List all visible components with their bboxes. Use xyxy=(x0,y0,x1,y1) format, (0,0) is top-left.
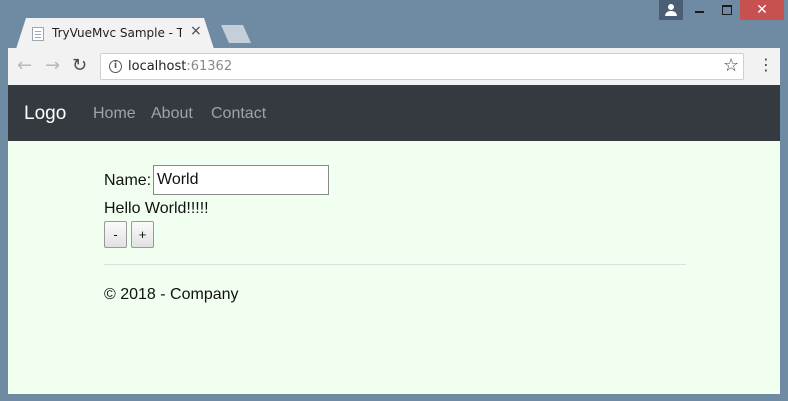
maximize-button[interactable] xyxy=(712,0,742,20)
user-head-icon xyxy=(668,4,674,10)
window-frame-bottom xyxy=(0,394,788,401)
close-window-button[interactable]: ✕ xyxy=(740,0,784,20)
nav-link-contact[interactable]: Contact xyxy=(211,105,266,123)
page-favicon-icon xyxy=(32,27,44,41)
site-navbar: Logo Home About Contact xyxy=(8,85,780,141)
forward-arrow-icon[interactable]: → xyxy=(45,56,60,76)
nav-link-home[interactable]: Home xyxy=(93,105,136,123)
profile-button[interactable] xyxy=(659,0,683,20)
browser-tab[interactable]: TryVueMvc Sample - TryVue × xyxy=(16,18,214,49)
decrement-button[interactable]: - xyxy=(104,221,127,248)
browser-menu-icon[interactable]: ⋮ xyxy=(758,56,774,74)
tab-title: TryVueMvc Sample - TryVue xyxy=(52,26,182,40)
tab-close-icon[interactable]: × xyxy=(190,23,202,39)
window-titlebar: TryVueMvc Sample - TryVue × ✕ xyxy=(0,0,788,49)
new-tab-button[interactable] xyxy=(221,25,251,43)
footer-divider xyxy=(104,264,686,265)
back-arrow-icon[interactable]: ← xyxy=(17,56,32,76)
browser-toolbar: ← → ↻ i localhost:61362 ☆ ⋮ xyxy=(8,48,780,85)
increment-button[interactable]: + xyxy=(131,221,154,248)
url-port: :61362 xyxy=(186,59,233,74)
minimize-button[interactable] xyxy=(684,0,714,20)
name-label: Name: xyxy=(104,172,152,189)
name-input[interactable] xyxy=(153,165,329,195)
greeting-text: Hello World!!!!! xyxy=(104,200,209,217)
site-info-icon[interactable]: i xyxy=(109,60,122,73)
nav-link-about[interactable]: About xyxy=(151,105,193,123)
bookmark-star-icon[interactable]: ☆ xyxy=(723,55,739,76)
url-text[interactable]: localhost:61362 xyxy=(128,58,232,75)
footer-copyright: © 2018 - Company xyxy=(104,286,239,303)
reload-icon[interactable]: ↻ xyxy=(72,56,87,76)
url-host: localhost xyxy=(128,59,187,74)
address-bar[interactable]: i localhost:61362 ☆ xyxy=(100,53,744,80)
user-body-icon xyxy=(665,11,677,16)
brand-logo-link[interactable]: Logo xyxy=(24,103,66,125)
page-viewport: Logo Home About Contact Name: Hello Worl… xyxy=(8,85,780,394)
